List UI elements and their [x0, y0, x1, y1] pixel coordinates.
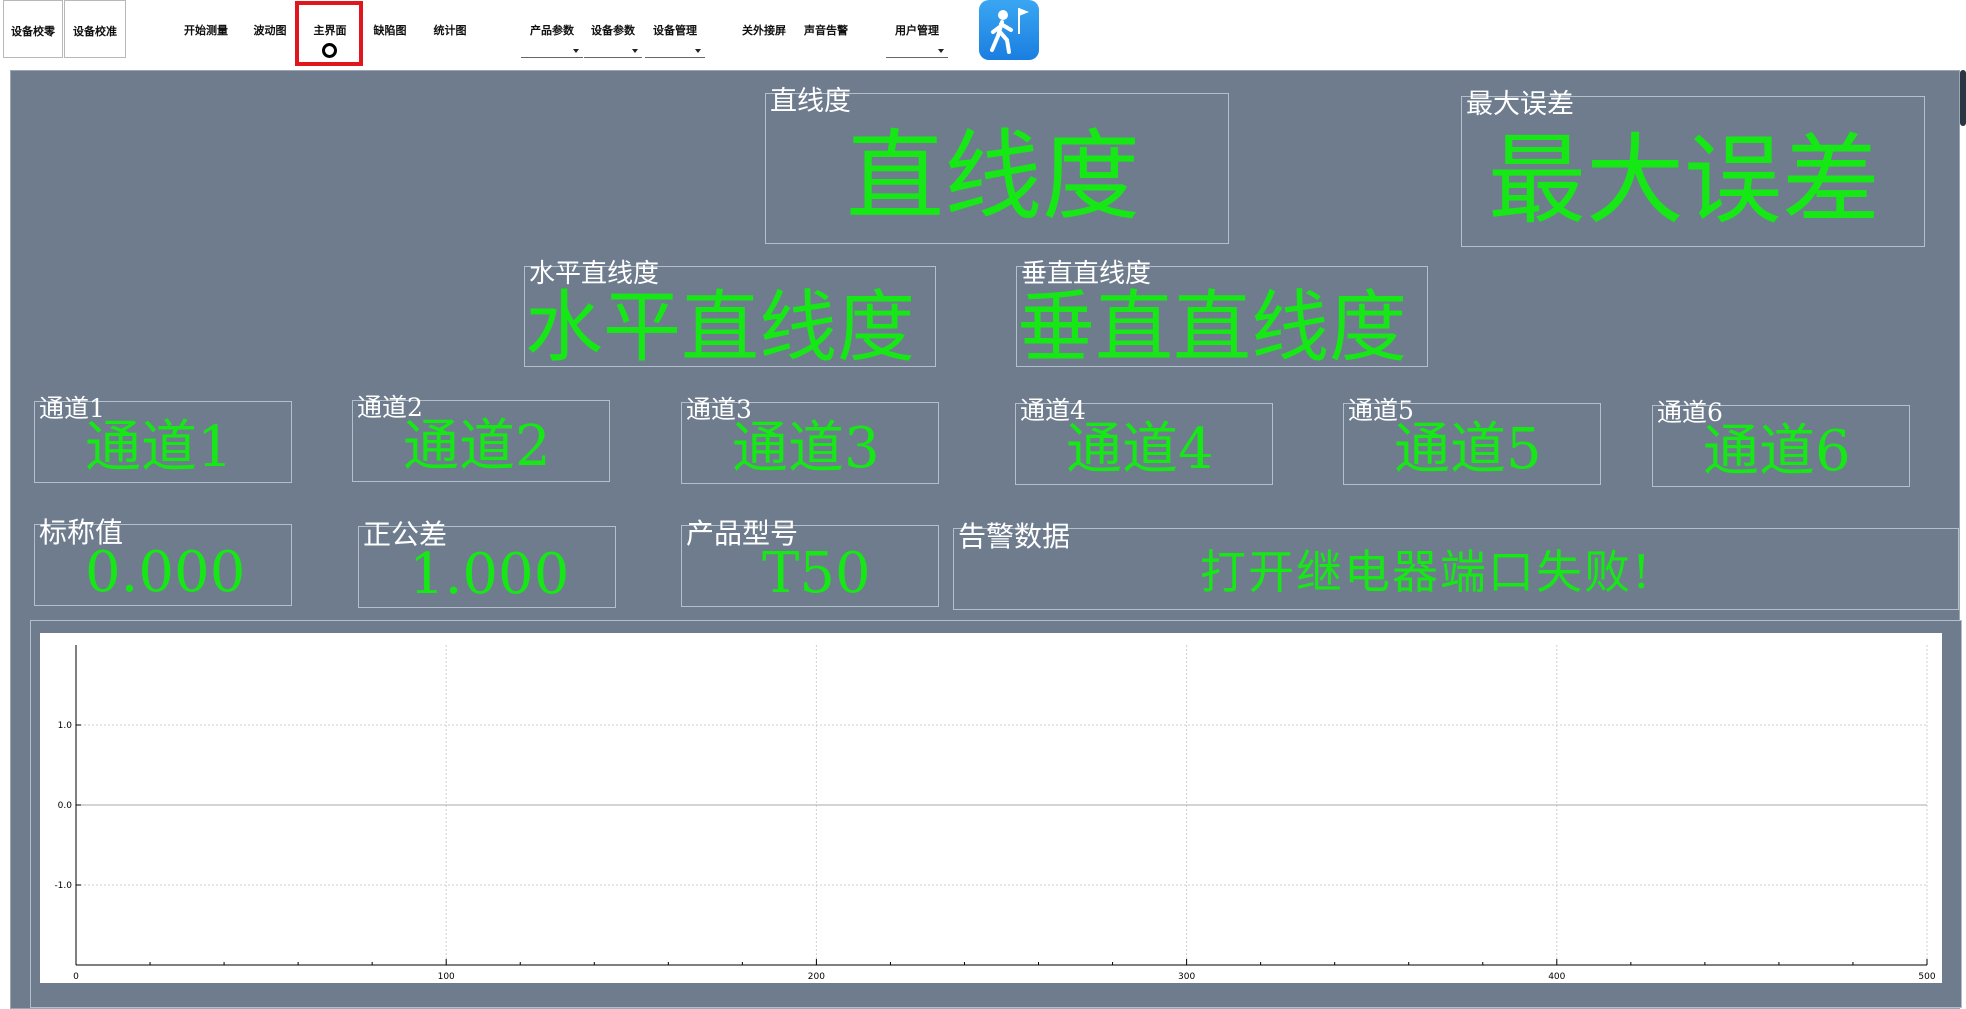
defect-chart-button[interactable]: 缺陷图 — [364, 0, 416, 58]
x-tick-label: 500 — [1918, 972, 1935, 982]
horizontal-straightness-panel: 水平直线度 水平直线度 — [524, 261, 936, 373]
alarm-data-panel: 告警数据 打开继电器端口失败! — [953, 523, 1959, 610]
channel-5-panel: 通道5 通道5 — [1343, 398, 1601, 485]
start-measure-button[interactable]: 开始测量 — [176, 0, 236, 58]
vertical-straightness-panel: 垂直直线度 垂直直线度 — [1016, 261, 1428, 373]
channel-6-value: 通道6 — [1703, 419, 1851, 484]
active-indicator-ring — [322, 43, 337, 58]
chart-plot-area: 0 100 200 300 400 500 1.0 0.0 -1.0 — [40, 633, 1942, 983]
sound-alarm-button[interactable]: 声音告警 — [798, 0, 854, 58]
alarm-data-value: 打开继电器端口失败! — [1200, 545, 1653, 599]
nominal-value: 0.000 — [85, 540, 246, 605]
product-params-dropdown[interactable]: 产品参数 — [521, 0, 583, 58]
user-manage-dropdown[interactable]: 用户管理 — [886, 0, 948, 58]
channel-2-value: 通道2 — [403, 414, 551, 479]
x-tick-label: 300 — [1178, 972, 1195, 982]
vertical-scrollbar[interactable] — [1960, 70, 1966, 126]
exit-walking-person-icon[interactable] — [979, 0, 1039, 60]
nominal-value-panel: 标称值 0.000 — [34, 519, 292, 606]
y-tick-label: -1.0 — [54, 881, 72, 891]
straightness-label: 直线度 — [770, 86, 851, 117]
straightness-panel: 直线度 直线度 — [765, 88, 1229, 244]
product-model-panel: 产品型号 T50 — [681, 520, 939, 607]
device-manage-dropdown[interactable]: 设备管理 — [645, 0, 705, 58]
tolerance-value: 1.000 — [409, 542, 570, 607]
channel-1-panel: 通道1 通道1 — [34, 396, 292, 483]
toolbar: 设备校零 设备校准 开始测量 波动图 主界面 缺陷图 统计图 产品参数 设备参数… — [0, 0, 1966, 66]
x-tick-label: 0 — [73, 972, 79, 982]
vertical-straightness-value: 垂直直线度 — [1017, 283, 1408, 373]
calibration-button[interactable]: 设备校准 — [64, 0, 126, 58]
chart-svg: 0 100 200 300 400 500 1.0 0.0 -1.0 — [54, 645, 1936, 982]
tolerance-panel: 正公差 1.000 — [358, 521, 616, 608]
channel-6-panel: 通道6 通道6 — [1652, 400, 1910, 487]
channel-5-value: 通道5 — [1394, 417, 1542, 482]
device-params-dropdown[interactable]: 设备参数 — [584, 0, 642, 58]
max-error-panel: 最大误差 最大误差 — [1461, 91, 1925, 247]
straightness-value: 直线度 — [846, 120, 1141, 234]
channel-4-panel: 通道4 通道4 — [1015, 398, 1273, 485]
channel-1-value: 通道1 — [85, 415, 233, 480]
statistics-chart-button[interactable]: 统计图 — [424, 0, 476, 58]
product-model-value: T50 — [762, 541, 871, 606]
x-tick-label: 200 — [808, 972, 825, 982]
wave-chart-button[interactable]: 波动图 — [244, 0, 296, 58]
channel-3-value: 通道3 — [732, 416, 880, 481]
x-tick-label: 100 — [438, 972, 455, 982]
horizontal-straightness-value: 水平直线度 — [525, 283, 916, 373]
external-screen-button[interactable]: 关外接屏 — [734, 0, 794, 58]
y-tick-label: 0.0 — [58, 801, 73, 811]
channel-3-panel: 通道3 通道3 — [681, 397, 939, 484]
y-tick-label: 1.0 — [58, 721, 73, 731]
max-error-label: 最大误差 — [1466, 89, 1574, 120]
channel-4-value: 通道4 — [1066, 417, 1214, 482]
x-tick-label: 400 — [1548, 972, 1565, 982]
zero-calibration-button[interactable]: 设备校零 — [3, 0, 63, 58]
channel-2-panel: 通道2 通道2 — [352, 395, 610, 482]
alarm-data-label: 告警数据 — [958, 520, 1071, 553]
max-error-value: 最大误差 — [1488, 124, 1881, 238]
